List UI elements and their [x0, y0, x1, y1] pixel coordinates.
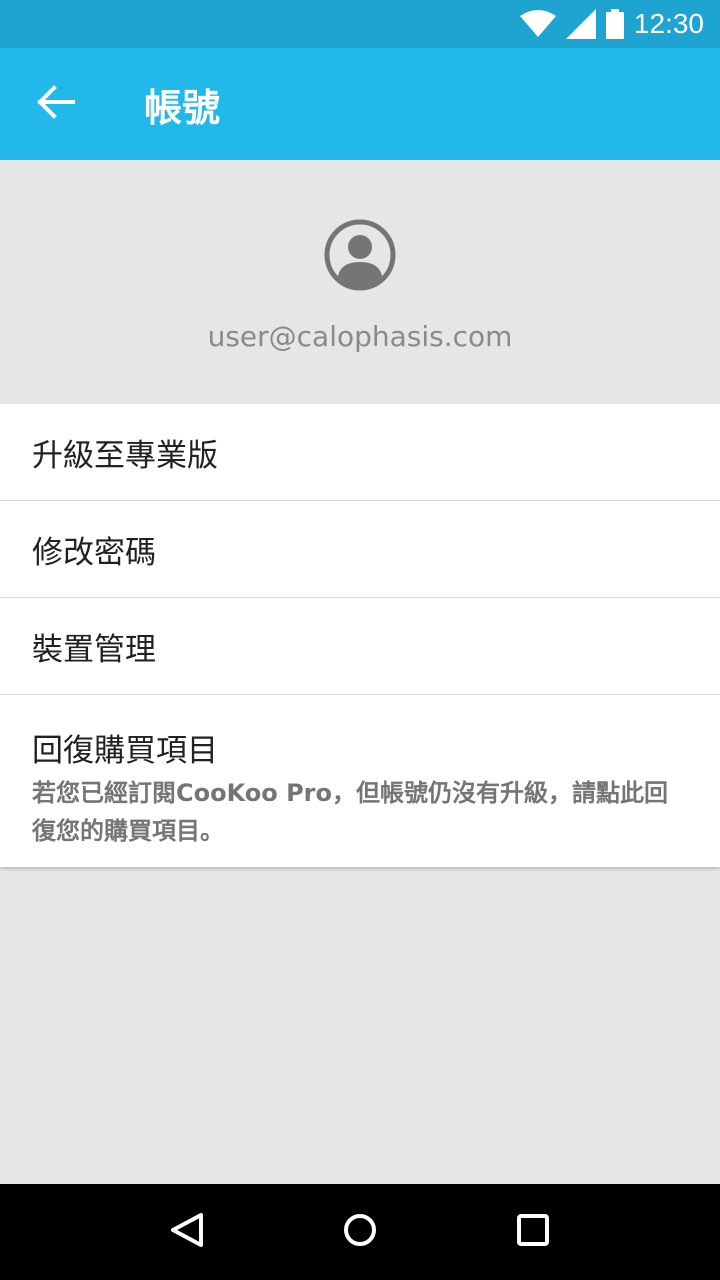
app-bar: 帳號	[0, 48, 720, 160]
page-title: 帳號	[144, 85, 221, 130]
back-button[interactable]	[0, 48, 112, 160]
back-triangle-icon	[169, 1212, 205, 1252]
menu-item-change-password[interactable]: 修改密碼	[0, 501, 720, 598]
nav-recents-button[interactable]	[503, 1202, 563, 1262]
account-email: user@calophasis.com	[207, 320, 513, 353]
menu-item-description: 若您已經訂閱CooKoo Pro，但帳號仍沒有升級，請點此回復您的購買項目。	[32, 779, 669, 845]
profile-header: user@calophasis.com	[0, 160, 720, 404]
recents-square-icon	[515, 1212, 551, 1252]
arrow-back-icon	[36, 82, 76, 126]
menu-item-label: 回復購買項目	[32, 733, 218, 769]
home-circle-icon	[342, 1212, 378, 1252]
account-menu: 升級至專業版 修改密碼 裝置管理 回復購買項目 若您已經訂閱CooKoo Pro…	[0, 404, 720, 867]
menu-item-label: 修改密碼	[32, 534, 156, 571]
nav-home-button[interactable]	[330, 1202, 390, 1262]
signal-icon	[565, 9, 596, 39]
status-time: 12:30	[633, 8, 704, 39]
menu-item-device-management[interactable]: 裝置管理	[0, 598, 720, 695]
battery-icon	[605, 9, 624, 39]
wifi-icon	[519, 10, 556, 38]
menu-item-upgrade-pro[interactable]: 升級至專業版	[0, 404, 720, 501]
system-nav-bar	[0, 1184, 720, 1280]
menu-item-label: 裝置管理	[32, 631, 156, 668]
account-circle-icon	[323, 218, 397, 292]
menu-item-label: 升級至專業版	[32, 437, 218, 474]
menu-item-restore-purchases[interactable]: 回復購買項目 若您已經訂閱CooKoo Pro，但帳號仍沒有升級，請點此回復您的…	[0, 695, 720, 867]
nav-back-button[interactable]	[157, 1202, 217, 1262]
status-bar: 12:30	[0, 0, 720, 48]
